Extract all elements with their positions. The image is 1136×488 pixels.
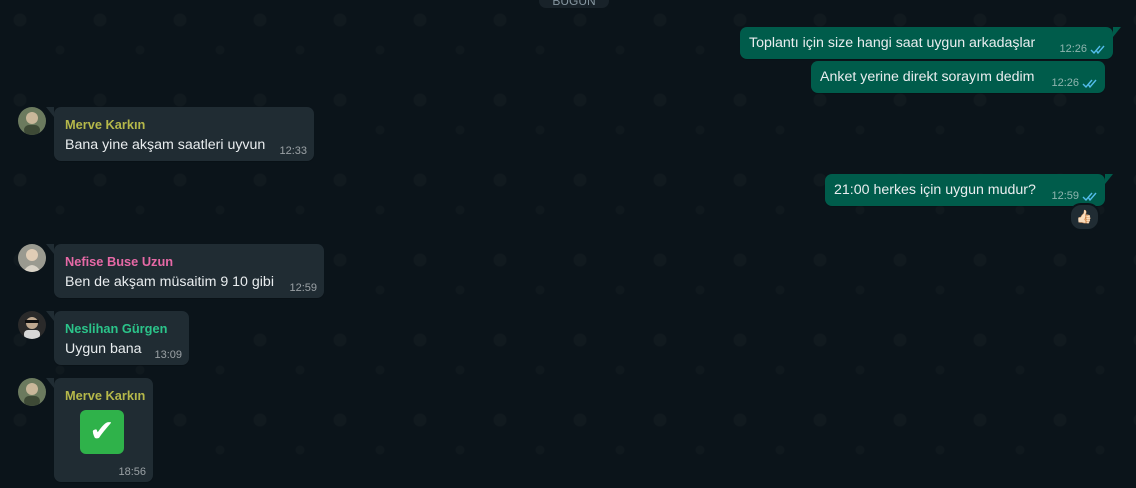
incoming-message[interactable]: Merve Karkın ✔ 18:56 bbox=[46, 378, 153, 482]
avatar-image bbox=[18, 378, 46, 406]
read-ticks-icon bbox=[1082, 79, 1097, 88]
read-ticks-icon bbox=[1090, 45, 1105, 54]
bubble-tail bbox=[46, 244, 54, 254]
sender-name[interactable]: Neslihan Gürgen bbox=[65, 321, 167, 336]
sender-name[interactable]: Nefise Buse Uzun bbox=[65, 254, 173, 269]
sender-name[interactable]: Merve Karkın bbox=[65, 117, 145, 132]
message-time: 13:09 bbox=[154, 349, 182, 361]
avatar-image bbox=[18, 244, 46, 272]
date-separator: BUGÜN bbox=[539, 0, 609, 8]
incoming-message[interactable]: Merve Karkın Bana yine akşam saatleri uy… bbox=[46, 107, 314, 161]
message-time: 12:59 bbox=[1051, 190, 1079, 202]
outgoing-message[interactable]: 21:00 herkes için uygun mudur? 12:59 bbox=[825, 174, 1113, 206]
incoming-message[interactable]: Nefise Buse Uzun Ben de akşam müsaitim 9… bbox=[46, 244, 324, 298]
message-text: Uygun bana bbox=[65, 341, 142, 357]
bubble-tail bbox=[46, 378, 54, 388]
bubble-tail bbox=[1105, 174, 1113, 184]
message-time: 18:56 bbox=[118, 466, 146, 478]
message-time: 12:59 bbox=[289, 282, 317, 294]
avatar-image bbox=[18, 107, 46, 135]
message-text: Toplantı için size hangi saat uygun arka… bbox=[749, 35, 1036, 51]
bubble-tail bbox=[1113, 27, 1121, 37]
message-time: 12:26 bbox=[1051, 77, 1079, 89]
avatar[interactable] bbox=[18, 107, 46, 135]
avatar[interactable] bbox=[18, 244, 46, 272]
bubble-tail bbox=[46, 311, 54, 321]
check-mark-emoji: ✔ bbox=[80, 410, 124, 454]
sender-name[interactable]: Merve Karkın bbox=[65, 388, 145, 403]
outgoing-message[interactable]: Anket yerine direkt sorayım dedim 12:26 bbox=[811, 61, 1105, 93]
message-time: 12:26 bbox=[1059, 43, 1087, 55]
message-text: Ben de akşam müsaitim 9 10 gibi bbox=[65, 274, 274, 290]
check-mark-icon: ✔ bbox=[89, 414, 115, 449]
message-text: Bana yine akşam saatleri uyvun bbox=[65, 137, 266, 153]
read-ticks-icon bbox=[1082, 192, 1097, 201]
message-text: Anket yerine direkt sorayım dedim bbox=[820, 69, 1035, 85]
outgoing-message[interactable]: Toplantı için size hangi saat uygun arka… bbox=[740, 27, 1121, 59]
avatar-image bbox=[18, 311, 46, 339]
bubble-tail bbox=[46, 107, 54, 117]
avatar[interactable] bbox=[18, 311, 46, 339]
avatar[interactable] bbox=[18, 378, 46, 406]
incoming-message[interactable]: Neslihan Gürgen Uygun bana 13:09 bbox=[46, 311, 189, 365]
message-text: 21:00 herkes için uygun mudur? bbox=[834, 182, 1036, 198]
message-time: 12:33 bbox=[279, 145, 307, 157]
message-meta: 12:26 bbox=[1059, 43, 1106, 55]
message-meta: 12:26 bbox=[1051, 77, 1098, 89]
message-meta: 12:59 bbox=[1051, 190, 1098, 202]
thumbs-up-reaction[interactable]: 👍🏻 bbox=[1069, 203, 1100, 231]
